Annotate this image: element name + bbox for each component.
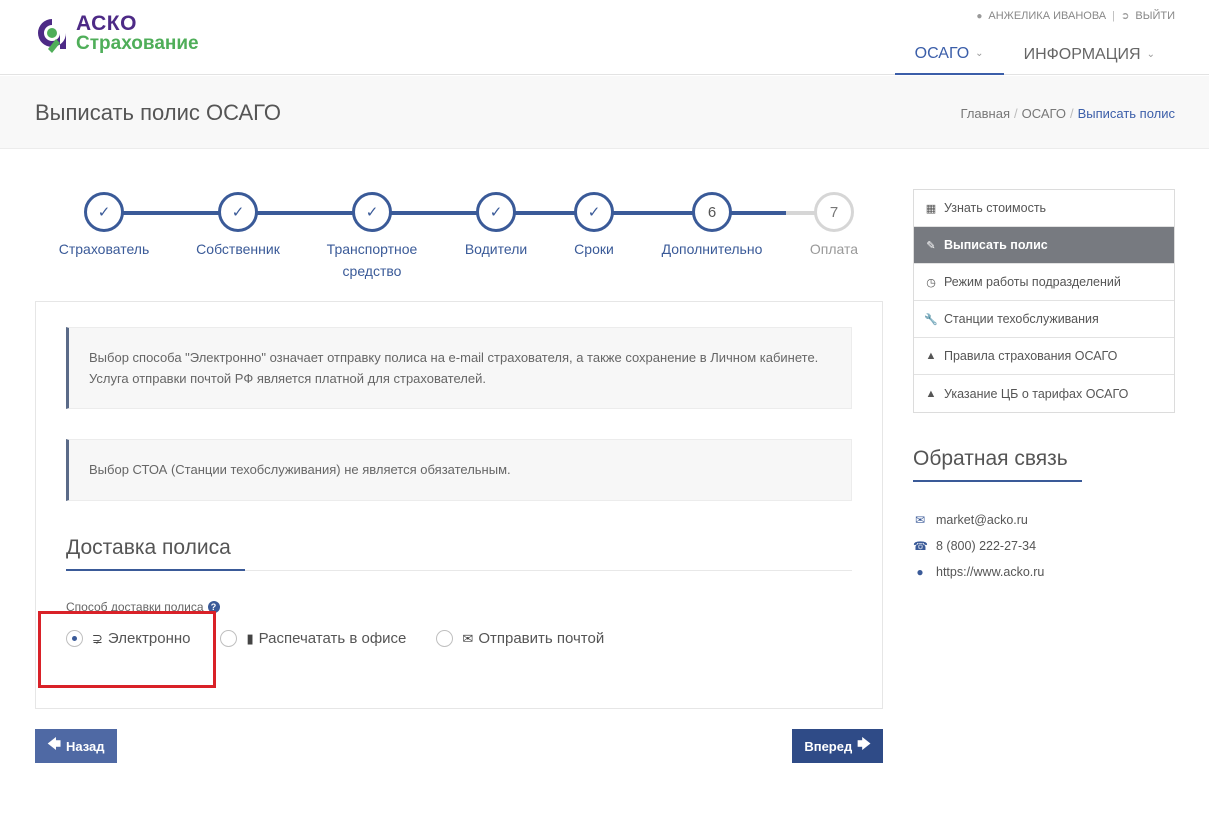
step-label: Оплата <box>809 241 859 257</box>
info-note-electronic: Выбор способа "Электронно" означает отпр… <box>66 327 852 409</box>
sidebar-item-label: Указание ЦБ о тарифах ОСАГО <box>944 386 1129 401</box>
step-label: Транспортное средство <box>307 238 437 282</box>
graduation-cap-icon: ▲ <box>925 387 937 400</box>
sidebar-item-cb-tariffs[interactable]: ▲ Указание ЦБ о тарифах ОСАГО <box>914 375 1174 412</box>
sidebar-item-working-hours[interactable]: ◷ Режим работы подразделений <box>914 264 1174 301</box>
feedback-divider-accent <box>913 480 1082 482</box>
envelope-icon: ✉ <box>914 513 926 527</box>
step-label: Дополнительно <box>661 241 763 257</box>
chevron-down-icon: ⌄ <box>1146 48 1155 60</box>
contact-phone[interactable]: ☎ 8 (800) 222-27-34 <box>913 533 1044 559</box>
user-icon: ● <box>976 10 983 22</box>
chevron-down-icon: ⌄ <box>975 47 984 59</box>
check-icon: ✓ <box>574 192 614 232</box>
globe-icon: ● <box>916 565 924 579</box>
highlight-box <box>38 611 216 688</box>
contact-website[interactable]: ● https://www.acko.ru <box>913 559 1044 585</box>
breadcrumb-home[interactable]: Главная <box>961 106 1010 121</box>
next-button-label: Вперед <box>804 738 853 754</box>
nav-item-label: ОСАГО <box>914 44 970 62</box>
edit-icon: ✎ <box>926 239 936 252</box>
arrow-left-icon: 🡄 <box>47 736 61 751</box>
step-label: Сроки <box>574 241 614 257</box>
contact-list: ✉ market@acko.ru ☎ 8 (800) 222-27-34 ● h… <box>913 507 1044 585</box>
radio-button[interactable] <box>220 630 238 647</box>
divider: | <box>1112 10 1115 22</box>
contact-email[interactable]: ✉ market@acko.ru <box>913 507 1044 533</box>
arrow-right-icon: 🡆 <box>857 736 871 751</box>
sidebar-item-label: Станции техобслуживания <box>944 312 1099 326</box>
step-label-line1: Транспортное <box>326 241 418 257</box>
sidebar-item-label: Узнать стоимость <box>944 201 1047 215</box>
back-button-label: Назад <box>65 738 105 754</box>
check-icon: ✓ <box>218 192 258 232</box>
site-header: АСКО Страхование ● АНЖЕЛИКА ИВАНОВА | ➲ … <box>0 0 1209 75</box>
page-title: Выписать полис ОСАГО <box>35 100 281 125</box>
step-number: 6 <box>692 192 732 232</box>
section-title: Доставка полиса <box>66 536 231 559</box>
feedback-title: Обратная связь <box>913 447 1068 470</box>
logout-icon: ➲ <box>1121 10 1130 22</box>
sidebar-item-label: Режим работы подразделений <box>944 275 1121 289</box>
breadcrumb-osago[interactable]: ОСАГО <box>1022 106 1066 121</box>
sidebar-item-rules[interactable]: ▲ Правила страхования ОСАГО <box>914 338 1174 375</box>
radio-option-print[interactable]: ▮ Распечатать в офисе <box>220 630 406 647</box>
step-label-line2: средство <box>342 263 402 279</box>
check-icon: ✓ <box>84 192 124 232</box>
step-oplata: 7 Оплата <box>769 192 899 260</box>
breadcrumb: Главная / ОСАГО / Выписать полис <box>961 106 1175 121</box>
radio-button[interactable] <box>436 630 454 647</box>
sidebar-item-service-stations[interactable]: 🔧 Станции техобслуживания <box>914 301 1174 338</box>
sidebar-item-issue-policy[interactable]: ✎ Выписать полис <box>914 227 1174 264</box>
back-button[interactable]: 🡄 Назад <box>35 729 117 763</box>
radio-label: Отправить почтой <box>478 630 605 647</box>
logo-line1: АСКО <box>76 12 137 35</box>
contact-text: https://www.acko.ru <box>936 565 1045 579</box>
step-label: Страхователь <box>58 241 150 257</box>
sidebar-item-label: Выписать полис <box>944 238 1048 252</box>
contact-text: 8 (800) 222-27-34 <box>936 539 1037 553</box>
step-sroki[interactable]: ✓ Сроки <box>529 192 659 260</box>
clock-icon: ◷ <box>926 276 936 289</box>
section-divider-accent <box>66 569 245 571</box>
phone-icon: ☎ <box>913 539 928 553</box>
info-note-stoa: Выбор СТОА (Станции техобслуживания) не … <box>66 439 852 501</box>
logo[interactable]: АСКО Страхование <box>34 12 199 56</box>
main-nav: ОСАГО ⌄ ИНФОРМАЦИЯ ⌄ <box>894 34 1175 75</box>
nav-item-info[interactable]: ИНФОРМАЦИЯ ⌄ <box>1004 34 1175 75</box>
step-sobstvennik[interactable]: ✓ Собственник <box>173 192 303 260</box>
logo-line2: Страхование <box>76 33 199 54</box>
check-icon: ✓ <box>352 192 392 232</box>
step-strahovatel[interactable]: ✓ Страхователь <box>39 192 169 260</box>
progress-stepper: ✓ Страхователь ✓ Собственник ✓ Транспорт… <box>35 192 883 282</box>
nav-item-label: ИНФОРМАЦИЯ <box>1023 45 1141 63</box>
next-button[interactable]: Вперед 🡆 <box>792 729 883 763</box>
breadcrumb-current: Выписать полис <box>1077 106 1175 121</box>
breadcrumb-separator: / <box>1069 106 1074 121</box>
step-transport[interactable]: ✓ Транспортное средство <box>307 192 437 282</box>
sidebar-menu: ▦ Узнать стоимость ✎ Выписать полис ◷ Ре… <box>913 189 1175 413</box>
step-number: 7 <box>814 192 854 232</box>
user-bar: ● АНЖЕЛИКА ИВАНОВА | ➲ ВЫЙТИ <box>976 10 1175 22</box>
envelope-icon: ✉ <box>462 630 474 646</box>
sidebar-item-calculate[interactable]: ▦ Узнать стоимость <box>914 190 1174 227</box>
radio-label: Распечатать в офисе <box>258 630 407 647</box>
graduation-cap-icon: ▲ <box>925 350 937 362</box>
wrench-icon: 🔧 <box>924 313 938 326</box>
step-label: Собственник <box>196 241 280 257</box>
user-name[interactable]: АНЖЕЛИКА ИВАНОВА <box>988 10 1106 22</box>
step-dopolnitelno[interactable]: 6 Дополнительно <box>647 192 777 260</box>
contact-text: market@acko.ru <box>936 513 1028 527</box>
logout-link[interactable]: ВЫЙТИ <box>1135 10 1175 22</box>
nav-item-osago[interactable]: ОСАГО ⌄ <box>894 34 1004 75</box>
page-title-bar: Выписать полис ОСАГО Главная / ОСАГО / В… <box>0 76 1209 149</box>
calculator-icon: ▦ <box>925 202 937 215</box>
sidebar-item-label: Правила страхования ОСАГО <box>944 349 1118 363</box>
check-icon: ✓ <box>476 192 516 232</box>
breadcrumb-separator: / <box>1014 106 1018 121</box>
logo-icon <box>38 19 66 53</box>
radio-option-mail[interactable]: ✉ Отправить почтой <box>436 630 604 647</box>
tablet-icon: ▮ <box>246 630 254 646</box>
